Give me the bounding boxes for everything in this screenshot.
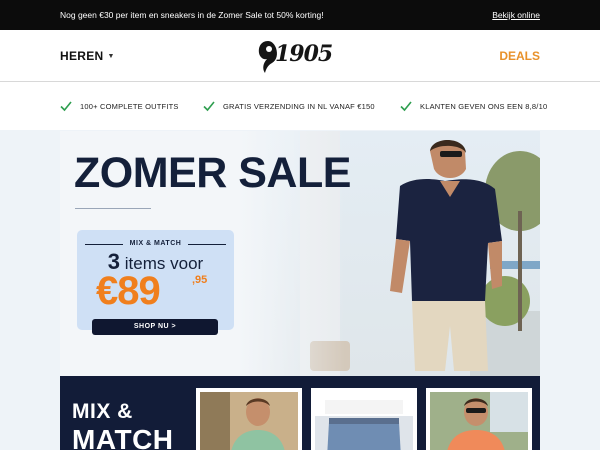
promo-card[interactable]: MIX & MATCH 3 items voor €89 ,95 SHOP NU… <box>77 230 234 335</box>
promo-price-cents: ,95 <box>192 274 208 286</box>
shop-now-button[interactable]: SHOP NU > <box>92 319 218 335</box>
hero-banner[interactable]: ZOMER SALE MIX & MATCH 3 items voor €89 … <box>60 131 540 376</box>
promo-price: €89 <box>96 269 161 313</box>
mix-title-line2: MATCH <box>72 424 174 450</box>
header: HEREN ▼ 1905 DEALS <box>0 30 600 82</box>
product-photo <box>200 392 298 450</box>
check-icon <box>400 101 412 112</box>
product-tile[interactable] <box>196 388 302 450</box>
usp-bar: 100+ COMPLETE OUTFITS GRATIS VERZENDING … <box>0 82 600 130</box>
usp-text: GRATIS VERZENDING IN NL VANAF €150 <box>223 102 375 111</box>
mix-title-line1: MIX & <box>72 400 133 423</box>
product-photo <box>315 392 413 450</box>
brand-logo[interactable]: 1905 <box>257 39 347 75</box>
view-online-link[interactable]: Bekijk online <box>492 10 540 20</box>
product-tile[interactable] <box>426 388 532 450</box>
logo-text: 1905 <box>275 41 333 67</box>
usp-text: 100+ COMPLETE OUTFITS <box>80 102 179 111</box>
product-tile[interactable] <box>311 388 417 450</box>
check-icon <box>60 101 72 112</box>
mix-match-section[interactable]: MIX & MATCH <box>60 376 540 450</box>
promo-label: MIX & MATCH <box>77 240 234 247</box>
usp-text: KLANTEN GEVEN ONS EEN 8,8/10 <box>420 102 548 111</box>
nav-heren-label: HEREN <box>60 49 104 63</box>
check-icon <box>203 101 215 112</box>
chevron-down-icon: ▼ <box>107 53 115 60</box>
announcement-text: Nog geen €30 per item en sneakers in de … <box>60 10 324 20</box>
hero-title: ZOMER SALE <box>74 149 351 197</box>
nav-deals-link[interactable]: DEALS <box>499 49 540 63</box>
product-photo <box>430 392 528 450</box>
divider <box>75 208 151 209</box>
usp-item: KLANTEN GEVEN ONS EEN 8,8/10 <box>400 100 547 112</box>
usp-item: 100+ COMPLETE OUTFITS <box>60 100 179 112</box>
nav-heren-menu[interactable]: HEREN ▼ <box>60 49 115 63</box>
usp-item: GRATIS VERZENDING IN NL VANAF €150 <box>203 100 375 112</box>
announcement-bar: Nog geen €30 per item en sneakers in de … <box>0 0 600 30</box>
